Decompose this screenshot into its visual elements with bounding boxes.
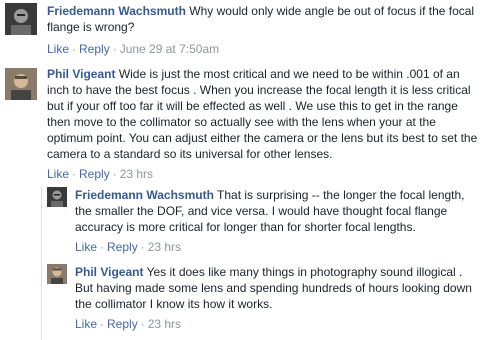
avatar[interactable]	[5, 3, 37, 35]
comment-author[interactable]: Phil Vigeant	[75, 265, 143, 279]
person-photo-icon	[5, 68, 37, 100]
reply-comment: Phil Vigeant Yes it does like many thing…	[47, 264, 481, 334]
like-button[interactable]: Like	[75, 240, 97, 254]
timestamp[interactable]: 23 hrs	[148, 240, 181, 254]
comment-author[interactable]: Phil Vigeant	[47, 67, 115, 81]
comment-actions: Like · Reply · 23 hrs	[75, 240, 182, 254]
reply-comment: Friedemann Wachsmuth That is surprising …	[47, 187, 481, 257]
comment-author[interactable]: Friedemann Wachsmuth	[75, 188, 214, 202]
reply-button[interactable]: Reply	[107, 240, 138, 254]
like-button[interactable]: Like	[47, 167, 69, 181]
comment-actions: Like · Reply · June 29 at 7:50am	[47, 42, 220, 56]
person-photo-icon	[5, 3, 37, 35]
like-button[interactable]: Like	[47, 42, 69, 56]
person-photo-icon	[47, 264, 67, 284]
comment: Friedemann Wachsmuth Why would only wide…	[5, 3, 481, 59]
timestamp[interactable]: 23 hrs	[148, 317, 181, 331]
reply-button[interactable]: Reply	[79, 167, 110, 181]
comment: Phil Vigeant Wide is just the most criti…	[5, 66, 481, 181]
timestamp[interactable]: 23 hrs	[120, 167, 153, 181]
comment-actions: Like · Reply · 23 hrs	[75, 317, 182, 331]
reply-button[interactable]: Reply	[79, 42, 110, 56]
comment-author[interactable]: Friedemann Wachsmuth	[47, 4, 186, 18]
reply-button[interactable]: Reply	[107, 317, 138, 331]
comment-actions: Like · Reply · 23 hrs	[47, 167, 154, 181]
comment-text: Wide is just the most critical and we ne…	[47, 67, 478, 161]
timestamp[interactable]: June 29 at 7:50am	[120, 42, 219, 56]
reply-thread-line	[41, 186, 42, 340]
like-button[interactable]: Like	[75, 317, 97, 331]
avatar[interactable]	[47, 187, 67, 207]
avatar[interactable]	[5, 68, 37, 100]
avatar[interactable]	[47, 264, 67, 284]
person-photo-icon	[47, 187, 67, 207]
